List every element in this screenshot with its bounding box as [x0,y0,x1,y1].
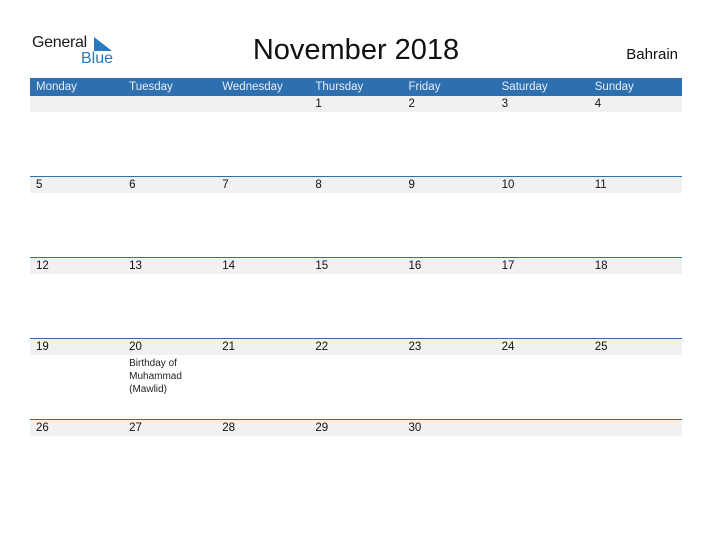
holiday-label [123,193,216,195]
day-number: 2 [408,98,415,110]
day-number: 7 [222,179,229,191]
holiday-label [496,112,589,114]
day-number [123,96,216,112]
holiday-label [403,355,496,396]
date-row: 1 2 3 4 [30,96,682,112]
holiday-label [123,436,216,438]
day-number: 9 [408,179,415,191]
day-number: 17 [501,260,515,272]
holiday-label: Birthday of Muhammad (Mawlid) [129,358,182,395]
holiday-label [309,112,402,114]
day-number: 10 [501,179,515,191]
holiday-label [30,274,123,276]
holiday-label [589,355,682,396]
holiday-label [216,436,309,438]
day-number: 8 [315,179,322,191]
holiday-label [496,355,589,396]
weekday-saturday: Saturday [501,81,548,93]
events-row [30,274,682,276]
week-row: 5 6 7 8 9 10 11 [30,176,682,195]
day-number: 21 [222,341,236,353]
holiday-label [496,274,589,276]
week-row: 12 13 14 15 16 17 18 [30,257,682,276]
holiday-label [30,355,123,396]
day-number: 28 [222,422,236,434]
holiday-label [216,355,309,396]
day-number: 1 [315,98,322,110]
day-number [496,420,589,436]
holiday-label [496,436,589,438]
day-number: 12 [36,260,49,272]
weekday-thursday: Thursday [315,81,364,93]
week-row: 26 27 28 29 30 [30,419,682,438]
holiday-label [403,112,496,114]
day-number: 3 [501,98,509,110]
day-number: 23 [408,341,422,353]
holiday-label [403,436,496,438]
holiday-label [496,193,589,195]
holiday-label [123,112,216,114]
holiday-label [309,436,402,438]
day-number: 13 [129,260,142,272]
holiday-label [216,193,309,195]
holiday-label [589,274,682,276]
holiday-label [309,193,402,195]
day-number [589,420,682,436]
day-number: 11 [594,179,607,191]
weekday-friday: Friday [408,81,441,93]
day-number: 5 [36,179,43,191]
day-number [216,96,309,112]
holiday-label [123,274,216,276]
date-row: 26 27 28 29 30 [30,420,682,436]
events-row: Birthday of Muhammad (Mawlid) [30,355,682,396]
date-row: 5 6 7 8 9 10 11 [30,177,682,193]
day-number: 4 [594,98,602,110]
day-number: 16 [408,260,422,272]
holiday-label [403,193,496,195]
events-row [30,436,682,438]
day-number: 20 [129,341,142,353]
day-number: 6 [129,179,136,191]
holiday-label [309,355,402,396]
day-number: 18 [594,260,608,272]
events-row [30,193,682,195]
weekday-header: Monday Tuesday Wednesday Thursday Friday… [30,78,682,96]
holiday-label [30,193,123,195]
date-row: 19 20 21 22 23 24 25 [30,339,682,355]
holiday-label [589,112,682,114]
day-number: 22 [315,341,329,353]
day-number: 26 [36,422,49,434]
holiday-label [30,436,123,438]
weekday-wednesday: Wednesday [222,81,283,93]
week-row: 19 20 21 22 23 24 25 Birthday of Muhammad (Mawl… [30,338,682,396]
events-row [30,112,682,114]
day-number: 24 [501,341,515,353]
day-number [30,96,123,112]
day-number: 30 [408,422,422,434]
week-row: 1 2 3 4 [30,96,682,114]
holiday-label [30,112,123,114]
holiday-label [216,274,309,276]
day-number: 19 [36,341,49,353]
holiday-label [589,436,682,438]
weekday-sunday: Sunday [594,81,634,93]
day-number: 29 [315,422,329,434]
holiday-label [309,274,402,276]
day-number: 14 [222,260,236,272]
weekday-monday: Monday [36,81,77,93]
calendar-title: November 2018 [252,34,460,66]
country-label: Bahrain [626,46,678,63]
holiday-label [589,193,682,195]
holiday-label [216,112,309,114]
holiday-label [403,274,496,276]
day-number: 15 [315,260,329,272]
day-number: 25 [594,341,608,353]
day-number: 27 [129,422,142,434]
weekday-tuesday: Tuesday [129,81,173,93]
date-row: 12 13 14 15 16 17 18 [30,258,682,274]
